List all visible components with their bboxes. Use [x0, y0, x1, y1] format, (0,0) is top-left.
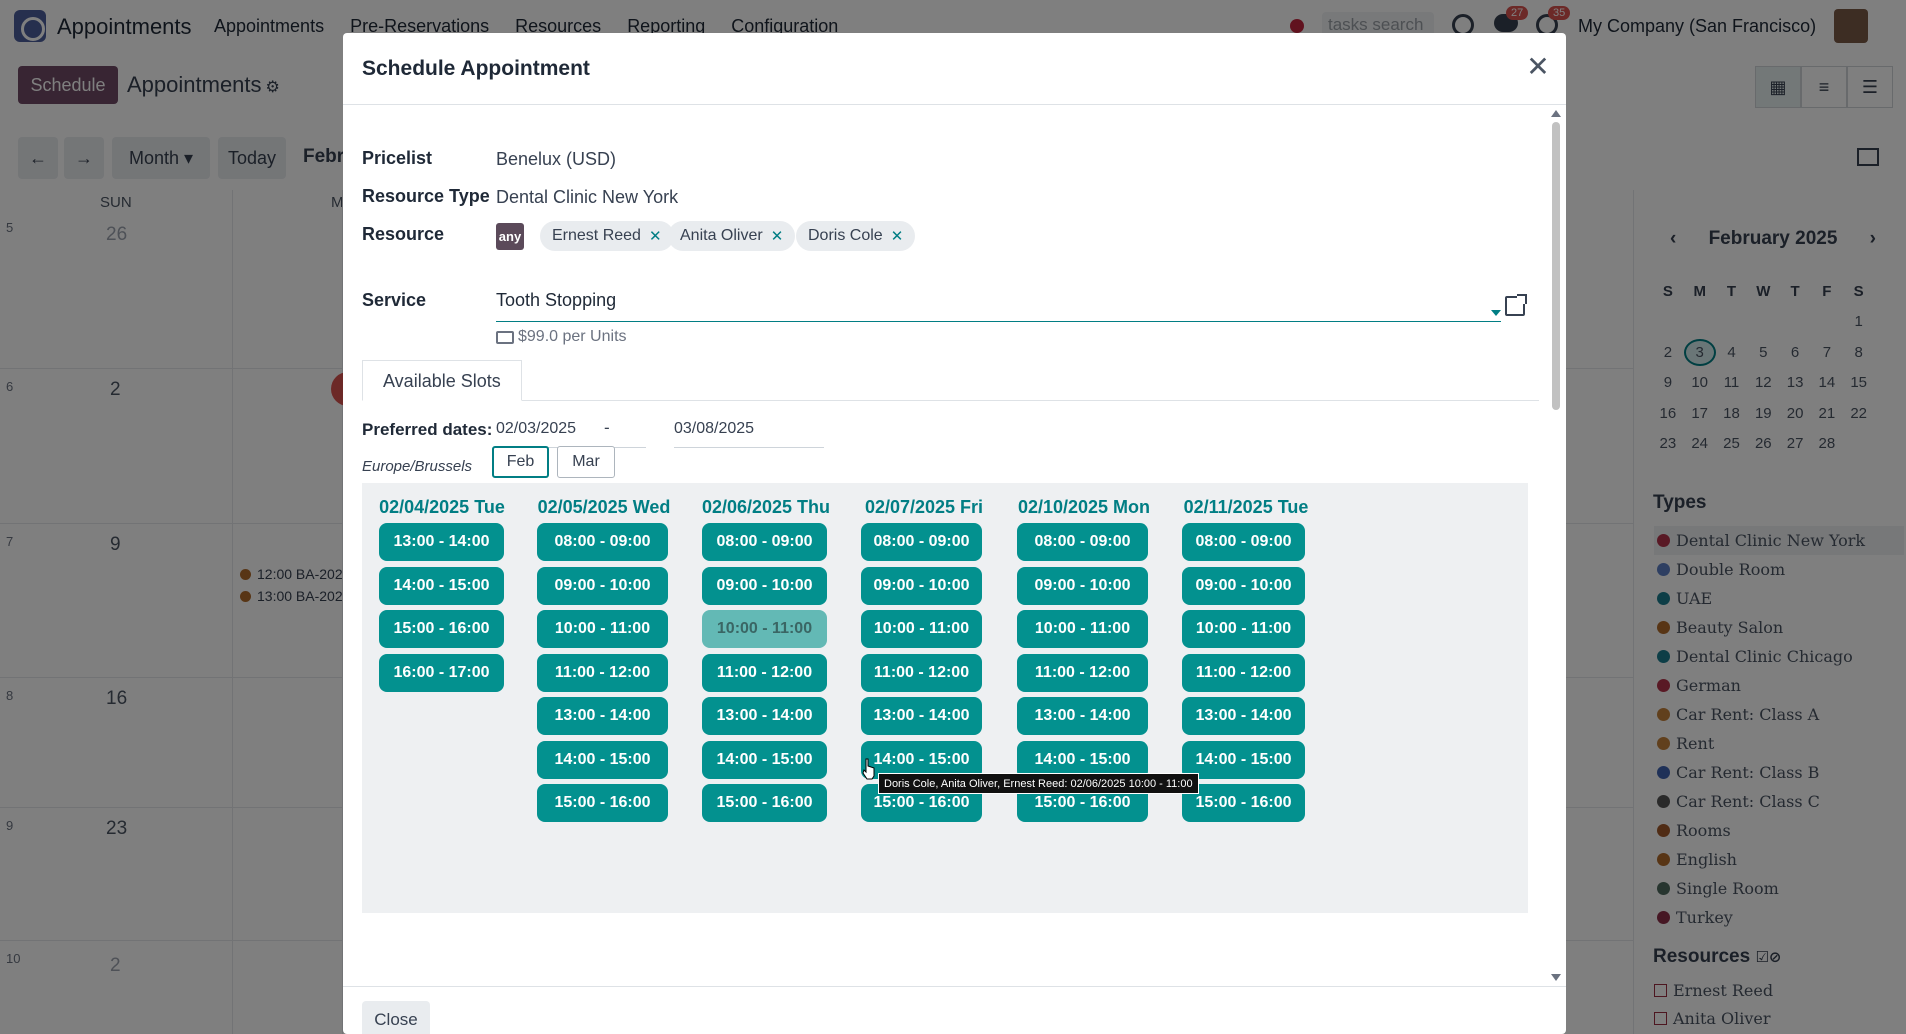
time-slot-button[interactable]: 09:00 - 10:00: [1182, 566, 1305, 605]
time-slot-button[interactable]: 09:00 - 10:00: [861, 566, 982, 605]
tag-label: Ernest Reed: [552, 227, 641, 244]
money-icon: [496, 330, 514, 344]
month-button-mar[interactable]: Mar: [557, 446, 615, 478]
month-button-feb[interactable]: Feb: [492, 446, 549, 478]
time-slot-button[interactable]: 15:00 - 16:00: [379, 610, 504, 648]
time-slot-button[interactable]: 14:00 - 15:00: [379, 566, 504, 605]
schedule-appointment-dialog: Schedule Appointment ✕ Pricelist Benelux…: [343, 33, 1566, 1034]
scroll-down-icon[interactable]: [1551, 974, 1561, 981]
slot-column: 02/05/2025 Wed 08:00 - 09:00 09:00 - 10:00…: [522, 483, 686, 913]
service-label: Service: [362, 290, 427, 310]
slot-column: 02/04/2025 Tue 13:00 - 14:00 14:00 - 15:00…: [362, 483, 522, 913]
resource-type-label: Resource Type: [362, 186, 490, 206]
resource-tag: Doris Cole ✕: [796, 221, 916, 251]
close-button[interactable]: Close: [362, 1001, 430, 1034]
dialog-footer: Close: [343, 986, 1566, 1034]
resource-tag: Ernest Reed ✕: [540, 221, 674, 251]
time-slot-button[interactable]: 08:00 - 09:00: [537, 523, 668, 561]
time-slot-button[interactable]: 11:00 - 12:00: [1017, 653, 1148, 692]
any-badge[interactable]: any: [496, 223, 524, 250]
pricelist-label: Pricelist: [362, 148, 433, 168]
slot-column-date: 02/10/2025 Mon: [1017, 497, 1151, 517]
time-slot-button[interactable]: 10:00 - 11:00: [1017, 610, 1148, 648]
slot-column-date: 02/05/2025 Wed: [537, 497, 671, 517]
time-slot-button[interactable]: 10:00 - 11:00: [1182, 610, 1305, 648]
time-slot-button[interactable]: 11:00 - 12:00: [537, 653, 668, 692]
slots-grid: 02/04/2025 Tue 13:00 - 14:00 14:00 - 15:00…: [362, 483, 1528, 913]
time-slot-button[interactable]: 08:00 - 09:00: [702, 523, 827, 561]
service-price: $99.0 per Units: [496, 328, 627, 346]
slot-column: 02/10/2025 Mon 08:00 - 09:00 09:00 - 10:00…: [1002, 483, 1166, 913]
dialog-scrollbar[interactable]: [1550, 110, 1561, 982]
date-from-input[interactable]: 02/03/2025: [496, 420, 646, 448]
date-to-input[interactable]: 03/08/2025: [674, 420, 824, 448]
tag-label: Anita Oliver: [680, 227, 763, 244]
time-slot-button[interactable]: 10:00 - 11:00: [537, 610, 668, 648]
time-slot-button[interactable]: 13:00 - 14:00: [702, 697, 827, 735]
scroll-thumb[interactable]: [1552, 122, 1560, 410]
time-slot-button[interactable]: 15:00 - 16:00: [537, 784, 668, 822]
time-slot-button[interactable]: 10:00 - 11:00: [702, 610, 827, 648]
external-link-icon[interactable]: [1505, 294, 1527, 316]
time-slot-button[interactable]: 16:00 - 17:00: [379, 653, 504, 692]
time-slot-button[interactable]: 09:00 - 10:00: [537, 566, 668, 605]
slot-column-date: 02/11/2025 Tue: [1183, 497, 1309, 517]
time-slot-button[interactable]: 13:00 - 14:00: [861, 697, 982, 735]
dialog-body: Pricelist Benelux (USD) Resource Type De…: [343, 106, 1566, 986]
date-separator: -: [604, 418, 610, 437]
time-slot-button[interactable]: 15:00 - 16:00: [702, 784, 827, 822]
time-slot-button[interactable]: 14:00 - 15:00: [537, 740, 668, 779]
time-slot-button[interactable]: 15:00 - 16:00: [1182, 784, 1305, 822]
remove-tag-icon[interactable]: ✕: [649, 227, 662, 245]
time-slot-button[interactable]: 13:00 - 14:00: [1182, 697, 1305, 735]
remove-tag-icon[interactable]: ✕: [891, 227, 904, 245]
slot-column: 02/11/2025 Tue 08:00 - 09:00 09:00 - 10:00…: [1166, 483, 1326, 913]
time-slot-button[interactable]: 13:00 - 14:00: [1017, 697, 1148, 735]
tabs: Available Slots: [362, 360, 1539, 401]
timezone-label: Europe/Brussels: [362, 458, 473, 475]
time-slot-button[interactable]: 08:00 - 09:00: [861, 523, 982, 561]
time-slot-button[interactable]: 11:00 - 12:00: [861, 653, 982, 692]
time-slot-button[interactable]: 14:00 - 15:00: [702, 740, 827, 779]
slot-tooltip: Doris Cole, Anita Oliver, Ernest Reed: 0…: [878, 773, 1199, 794]
time-slot-button[interactable]: 13:00 - 14:00: [379, 523, 504, 561]
time-slot-button[interactable]: 08:00 - 09:00: [1182, 523, 1305, 561]
pricelist-field[interactable]: Benelux (USD): [496, 149, 616, 170]
mouse-cursor-icon: [862, 758, 875, 780]
dialog-title: Schedule Appointment: [362, 57, 590, 80]
preferred-dates-label: Preferred dates:: [362, 420, 493, 439]
time-slot-button[interactable]: 11:00 - 12:00: [1182, 653, 1305, 692]
dropdown-caret-icon[interactable]: [1491, 310, 1501, 316]
time-slot-button[interactable]: 09:00 - 10:00: [1017, 566, 1148, 605]
time-slot-button[interactable]: 10:00 - 11:00: [861, 610, 982, 648]
slot-column-date: 02/06/2025 Thu: [701, 497, 831, 517]
time-slot-button[interactable]: 09:00 - 10:00: [702, 566, 827, 605]
slot-column: 02/06/2025 Thu 08:00 - 09:00 09:00 - 10:00…: [686, 483, 846, 913]
close-icon[interactable]: ✕: [1523, 53, 1553, 83]
resource-tag: Anita Oliver ✕: [668, 221, 796, 251]
dialog-header: Schedule Appointment ✕: [343, 33, 1566, 105]
slot-column-date: 02/04/2025 Tue: [379, 497, 505, 517]
remove-tag-icon[interactable]: ✕: [771, 227, 784, 245]
time-slot-button[interactable]: 08:00 - 09:00: [1017, 523, 1148, 561]
resource-label: Resource: [362, 224, 445, 244]
slot-column-date: 02/07/2025 Fri: [864, 497, 984, 517]
time-slot-button[interactable]: 13:00 - 14:00: [537, 697, 668, 735]
service-input[interactable]: Tooth Stopping: [496, 290, 1501, 322]
slot-column: 02/07/2025 Fri 08:00 - 09:00 09:00 - 10:00…: [846, 483, 1002, 913]
time-slot-button[interactable]: 14:00 - 15:00: [1182, 740, 1305, 779]
price-text: $99.0 per Units: [518, 328, 627, 345]
resource-type-field[interactable]: Dental Clinic New York: [496, 187, 678, 208]
scroll-up-icon[interactable]: [1551, 110, 1561, 117]
tag-label: Doris Cole: [808, 227, 883, 244]
tab-available-slots[interactable]: Available Slots: [362, 360, 522, 401]
time-slot-button[interactable]: 11:00 - 12:00: [702, 653, 827, 692]
